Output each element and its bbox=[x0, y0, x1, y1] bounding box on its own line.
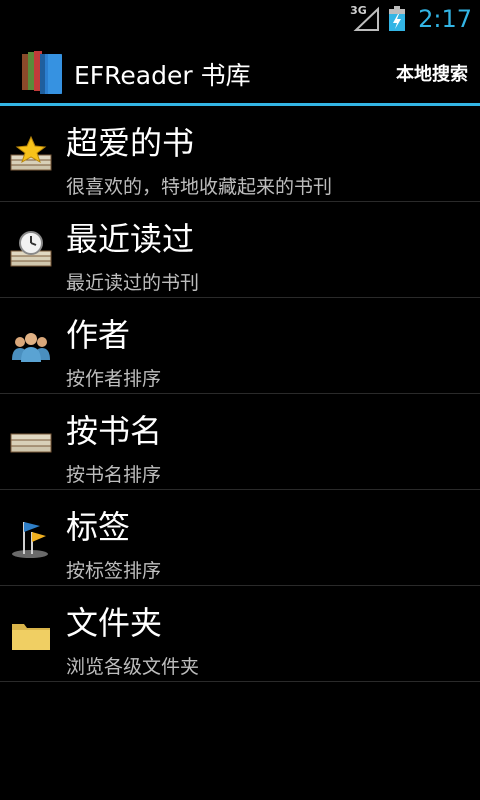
library-list: 超爱的书 很喜欢的，特地收藏起来的书刊 最近读过 最近读过的书刊 作者 按作者排… bbox=[0, 106, 480, 682]
list-item-subtitle: 很喜欢的，特地收藏起来的书刊 bbox=[66, 176, 333, 198]
list-item-title: 文件夹 bbox=[66, 604, 163, 642]
list-item-title: 超爱的书 bbox=[66, 124, 195, 162]
folder-icon bbox=[10, 614, 52, 656]
clock: 2:17 bbox=[418, 5, 472, 33]
list-item-title: 按书名 bbox=[66, 412, 163, 450]
list-item-subtitle: 按书名排序 bbox=[66, 464, 162, 486]
list-item-subtitle: 最近读过的书刊 bbox=[66, 272, 200, 294]
list-item-title: 作者 bbox=[66, 316, 131, 354]
list-item-title: 标签 bbox=[66, 508, 131, 546]
flag-icon bbox=[10, 518, 52, 560]
star-books-icon bbox=[10, 134, 52, 176]
people-icon bbox=[10, 326, 52, 368]
action-bar: EFReader 书库 本地搜索 bbox=[0, 38, 480, 106]
list-item-recent[interactable]: 最近读过 最近读过的书刊 bbox=[0, 202, 480, 298]
app-title: EFReader 书库 bbox=[74, 61, 251, 90]
list-item-subtitle: 浏览各级文件夹 bbox=[66, 656, 200, 678]
list-item-subtitle: 按标签排序 bbox=[66, 560, 162, 582]
list-item-folders[interactable]: 文件夹 浏览各级文件夹 bbox=[0, 586, 480, 682]
book-stack-icon bbox=[10, 422, 52, 464]
list-item-authors[interactable]: 作者 按作者排序 bbox=[0, 298, 480, 394]
list-item-favorites[interactable]: 超爱的书 很喜欢的，特地收藏起来的书刊 bbox=[0, 106, 480, 202]
status-icons: 3G 2:17 bbox=[350, 0, 472, 38]
list-item-tags[interactable]: 标签 按标签排序 bbox=[0, 490, 480, 586]
app-logo-icon[interactable] bbox=[18, 48, 66, 96]
status-bar: 3G 2:17 bbox=[0, 0, 480, 38]
network-type-label: 3G bbox=[350, 4, 367, 17]
clock-books-icon bbox=[10, 230, 52, 272]
local-search-button[interactable]: 本地搜索 bbox=[396, 60, 468, 86]
signal-icon: 3G bbox=[350, 4, 380, 32]
list-item-by-title[interactable]: 按书名 按书名排序 bbox=[0, 394, 480, 490]
list-item-title: 最近读过 bbox=[66, 220, 195, 258]
list-item-subtitle: 按作者排序 bbox=[66, 368, 162, 390]
battery-icon bbox=[388, 6, 406, 32]
